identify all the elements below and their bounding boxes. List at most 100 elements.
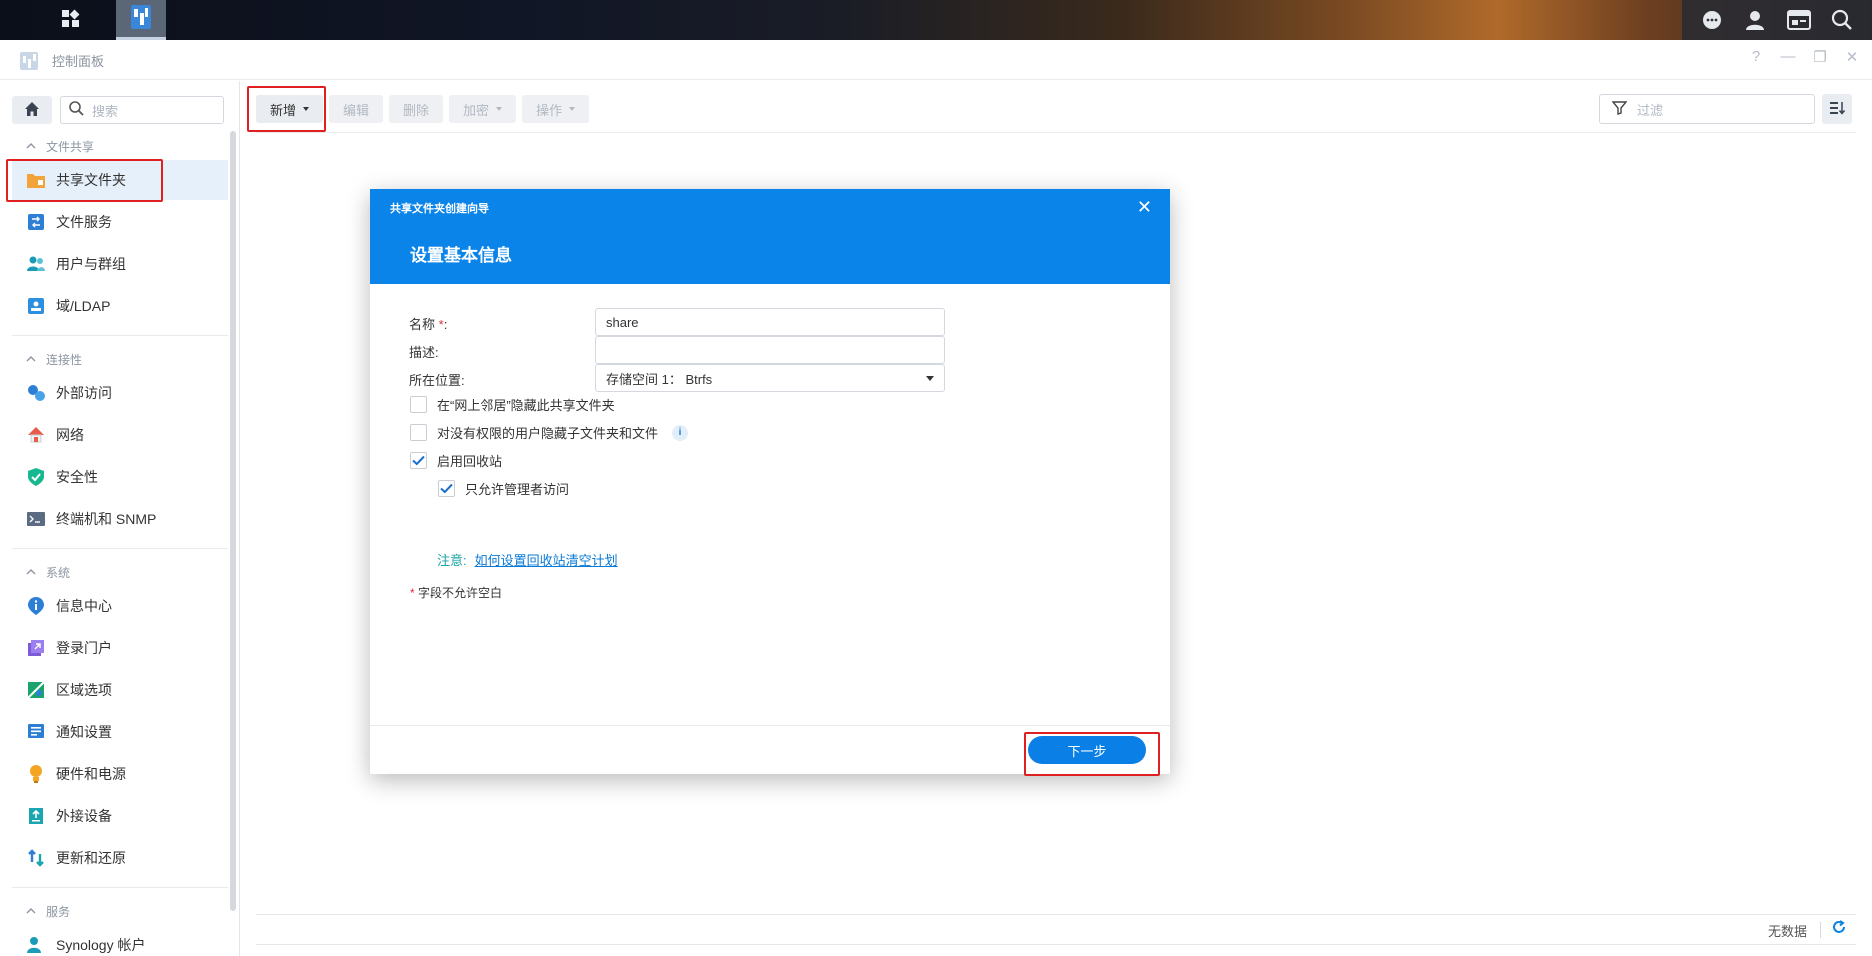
sidebar-item-login-portal[interactable]: 登录门户: [12, 628, 228, 668]
toolbar: 新增 编辑 删除 加密 操作: [256, 95, 590, 123]
next-button[interactable]: 下一步: [1028, 736, 1146, 764]
filter-icon: [1611, 100, 1628, 118]
refresh-icon[interactable]: [1832, 920, 1846, 938]
group-label: 连接性: [46, 352, 83, 367]
search-icon[interactable]: [1829, 7, 1855, 33]
group-connectivity[interactable]: 连接性: [12, 344, 228, 374]
sidebar: 搜索 文件共享 共享文件夹 文件服务 用户与群组 域/LDAP 连接性 外部访问…: [0, 81, 240, 956]
dropdown-arrow-icon: [926, 376, 934, 381]
group-system[interactable]: 系统: [12, 557, 228, 587]
shield-icon: [26, 467, 46, 487]
sidebar-item-label: 硬件和电源: [56, 766, 126, 782]
sidebar-divider: [12, 887, 228, 888]
control-panel-icon: [130, 4, 152, 33]
sidebar-item-info-center[interactable]: 信息中心: [12, 586, 228, 626]
file-services-icon: [26, 212, 46, 232]
sidebar-item-synology-account[interactable]: Synology 帐户: [12, 925, 228, 956]
main-menu-button[interactable]: [42, 0, 100, 40]
sidebar-item-regional-options[interactable]: 区域选项: [12, 670, 228, 710]
sidebar-item-update-restore[interactable]: 更新和还原: [12, 838, 228, 878]
sidebar-search-input[interactable]: 搜索: [60, 96, 224, 124]
update-restore-icon: [26, 848, 46, 868]
minimize-icon[interactable]: —: [1778, 48, 1798, 66]
location-select-value: 存储空间 1： Btrfs: [606, 371, 713, 387]
sidebar-search-placeholder: 搜索: [92, 103, 119, 119]
group-file-sharing[interactable]: 文件共享: [12, 131, 228, 161]
help-icon[interactable]: ?: [1746, 48, 1766, 66]
domain-ldap-icon: [26, 296, 46, 316]
hide-network-option[interactable]: 在“网上邻居”隐藏此共享文件夹: [410, 395, 615, 414]
taskbar-control-panel-button[interactable]: [116, 0, 166, 40]
chat-icon[interactable]: [1699, 7, 1725, 33]
name-label-text: 名称: [409, 317, 436, 332]
edit-button[interactable]: 编辑: [329, 95, 384, 123]
grid-icon: [61, 9, 81, 32]
recycle-bin-checkbox[interactable]: [410, 452, 427, 469]
caret-down-icon: [569, 107, 576, 111]
hide-network-checkbox[interactable]: [410, 396, 427, 413]
window-header: 控制面板 ? — ❐ ✕: [0, 40, 1872, 80]
name-label: 名称 *:: [409, 314, 447, 333]
name-field-value: share: [606, 314, 639, 330]
sidebar-item-shared-folder[interactable]: 共享文件夹: [12, 160, 228, 200]
filter-input[interactable]: 过滤: [1599, 94, 1815, 124]
user-icon[interactable]: [1742, 7, 1768, 33]
name-field[interactable]: share: [595, 308, 945, 336]
sidebar-item-label: Synology 帐户: [56, 937, 146, 953]
create-button[interactable]: 新增: [256, 95, 324, 123]
login-portal-icon: [26, 638, 46, 658]
sidebar-item-external-devices[interactable]: 外接设备: [12, 796, 228, 836]
sidebar-item-notification[interactable]: 通知设置: [12, 712, 228, 752]
sidebar-item-label: 终端机和 SNMP: [56, 511, 157, 527]
admin-only-label: 只允许管理者访问: [465, 482, 570, 497]
required-mark: *: [410, 586, 415, 600]
admin-only-option[interactable]: 只允许管理者访问: [438, 479, 569, 498]
sidebar-scrollbar[interactable]: [230, 131, 236, 911]
close-icon[interactable]: ✕: [1137, 197, 1152, 218]
encrypt-button[interactable]: 加密: [449, 95, 517, 123]
sidebar-item-hardware-power[interactable]: 硬件和电源: [12, 754, 228, 794]
close-icon[interactable]: ✕: [1842, 48, 1862, 66]
sidebar-item-label: 安全性: [56, 469, 98, 485]
terminal-icon: [26, 509, 46, 529]
sidebar-item-domain-ldap[interactable]: 域/LDAP: [12, 286, 228, 326]
dialog-header: 共享文件夹创建向导 设置基本信息 ✕: [370, 189, 1170, 284]
window-controls: ? — ❐ ✕: [1746, 48, 1862, 66]
hide-subfolders-option[interactable]: 对没有权限的用户隐藏子文件夹和文件 i: [410, 423, 689, 442]
sort-icon: [1829, 101, 1846, 118]
users-groups-icon: [26, 254, 46, 274]
location-select[interactable]: 存储空间 1： Btrfs: [595, 364, 945, 392]
sidebar-item-terminal-snmp[interactable]: 终端机和 SNMP: [12, 499, 228, 539]
info-icon[interactable]: i: [672, 424, 689, 441]
hide-subfolders-checkbox[interactable]: [410, 424, 427, 441]
sidebar-item-network[interactable]: 网络: [12, 415, 228, 455]
sidebar-item-file-services[interactable]: 文件服务: [12, 202, 228, 242]
sidebar-item-external-access[interactable]: 外部访问: [12, 373, 228, 413]
hide-subfolders-label: 对没有权限的用户隐藏子文件夹和文件: [437, 426, 659, 441]
lightbulb-icon: [26, 764, 46, 784]
note-label: 注意:: [437, 553, 467, 568]
location-label: 所在位置:: [409, 373, 465, 388]
sidebar-item-label: 通知设置: [56, 724, 112, 740]
group-services[interactable]: 服务: [12, 896, 228, 926]
home-button[interactable]: [12, 96, 52, 124]
sidebar-item-security[interactable]: 安全性: [12, 457, 228, 497]
home-icon: [24, 101, 40, 120]
widgets-icon[interactable]: [1786, 7, 1812, 33]
sort-button[interactable]: [1822, 94, 1852, 124]
checkmark-icon: [412, 455, 425, 466]
admin-only-checkbox[interactable]: [438, 480, 455, 497]
action-button[interactable]: 操作: [522, 95, 590, 123]
recycle-bin-option[interactable]: 启用回收站: [410, 451, 502, 470]
restore-icon[interactable]: ❐: [1810, 48, 1830, 66]
shared-folder-icon: [26, 170, 46, 190]
description-field[interactable]: [595, 336, 945, 364]
action-button-label: 操作: [536, 102, 563, 118]
sidebar-item-label: 网络: [56, 427, 84, 443]
recycle-schedule-link[interactable]: 如何设置回收站清空计划: [475, 553, 618, 568]
delete-button[interactable]: 删除: [389, 95, 444, 123]
footer-divider: [256, 914, 1856, 915]
hide-network-label: 在“网上邻居”隐藏此共享文件夹: [437, 398, 615, 413]
sidebar-item-users-groups[interactable]: 用户与群组: [12, 244, 228, 284]
name-label-suffix: :: [443, 317, 448, 332]
